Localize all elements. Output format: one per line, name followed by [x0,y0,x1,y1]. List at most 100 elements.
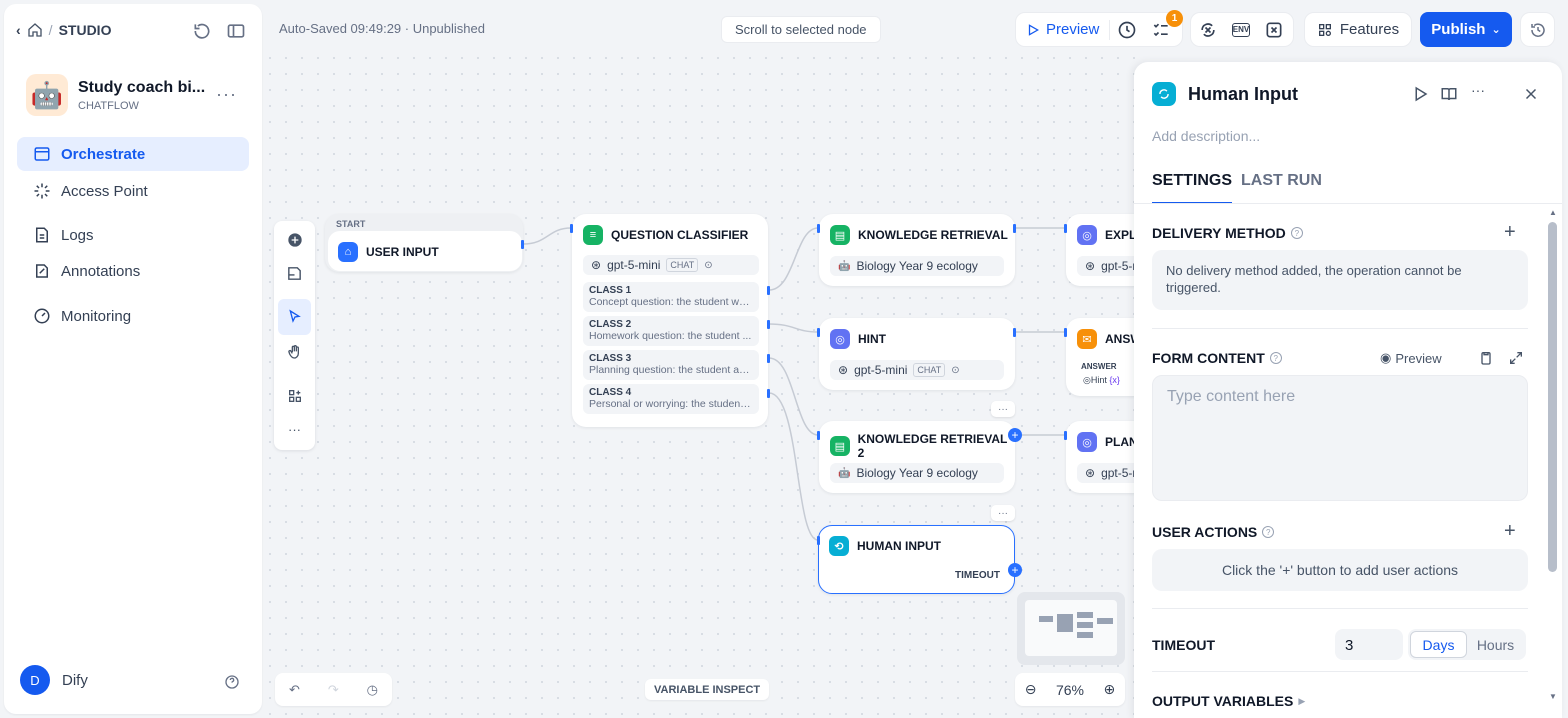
human-input-icon: ⟲ [829,536,849,556]
minimap-node [1039,616,1053,622]
canvas-toolbar: ··· [274,221,315,450]
timeout-value-input[interactable]: 3 [1335,629,1403,660]
features-label: Features [1339,21,1400,38]
input-handle[interactable] [1064,224,1067,233]
system-variable-icon[interactable] [1264,20,1284,40]
env-variable-icon[interactable]: ENV [1232,22,1250,37]
variable-inspect-button[interactable]: VARIABLE INSPECT [645,679,770,700]
info-icon[interactable]: ? [1262,526,1275,538]
output-handle[interactable] [767,354,770,363]
output-handle[interactable] [521,240,524,249]
node-settings-panel: Human Input ··· Add description... SETTI… [1134,62,1562,718]
add-node-icon[interactable] [284,229,305,250]
answer-icon: ✉ [1077,329,1097,349]
add-note-icon[interactable] [284,263,305,284]
knowledge-retrieval-node[interactable]: ▤ KNOWLEDGE RETRIEVAL 🤖 Biology Year 9 e… [819,214,1015,286]
output-variables-title[interactable]: OUTPUT VARIABLES ▶ [1152,693,1305,709]
add-user-action-button[interactable]: + [1504,520,1516,543]
input-handle[interactable] [817,328,820,337]
input-handle[interactable] [817,224,820,233]
unit-days[interactable]: Days [1410,631,1467,658]
close-icon[interactable] [1522,85,1540,103]
scroll-up-icon[interactable]: ▲ [1549,208,1557,217]
zoom-in-icon[interactable]: ⊕ [1104,681,1116,698]
publish-button[interactable]: Publish ⌄ [1420,12,1512,47]
panel-scrollbar[interactable] [1548,222,1557,572]
tab-last-run[interactable]: LAST RUN [1241,172,1322,202]
input-handle[interactable] [1064,431,1067,440]
hand-mode-icon[interactable] [284,341,305,362]
user-input-node[interactable]: ⌂ USER INPUT [328,231,522,271]
version-history-button[interactable] [1520,12,1555,47]
input-handle[interactable] [817,536,820,545]
vision-icon: ⊙ [704,259,713,271]
info-icon[interactable]: ? [1290,227,1303,239]
output-handle[interactable] [767,320,770,329]
output-handle[interactable] [1013,224,1016,233]
zoom-out-icon[interactable]: ⊖ [1025,681,1037,698]
node-more-icon[interactable]: ··· [991,505,1015,521]
node-title: KNOWLEDGE RETRIEVAL 2 [857,432,1008,460]
undo-icon[interactable]: ↶ [289,682,300,698]
expand-icon[interactable] [1508,350,1524,366]
edge-class2-hint [768,323,819,333]
conversation-variable-icon[interactable] [1198,20,1218,40]
run-node-icon[interactable] [1411,85,1429,103]
input-handle[interactable] [1064,328,1067,337]
node-header: ⌂ USER INPUT [338,242,439,262]
panel-title[interactable]: Human Input [1188,84,1298,105]
knowledge-retrieval-2-node[interactable]: ▤ KNOWLEDGE RETRIEVAL 2 🤖 Biology Year 9… [819,421,1015,493]
add-timeout-node-button[interactable]: + [1008,563,1022,577]
unit-hours[interactable]: Hours [1467,631,1524,658]
user-actions-empty-state: Click the '+' button to add user actions [1152,549,1528,591]
output-handle[interactable] [767,286,770,295]
form-preview-button[interactable]: ◉ Preview [1380,350,1442,366]
edge-class4-human [768,392,819,541]
start-node-wrapper[interactable]: START ⌂ USER INPUT [325,214,523,272]
redo-icon[interactable]: ↷ [328,682,339,698]
tab-settings[interactable]: SETTINGS [1152,172,1233,204]
panel-more-icon[interactable]: ··· [1471,82,1489,100]
divider [1152,671,1528,672]
node-more-icon[interactable]: ··· [991,401,1015,417]
info-icon[interactable]: ? [1269,352,1282,364]
preview-button[interactable]: Preview [1016,16,1109,43]
add-next-node-button[interactable]: + [1008,428,1022,442]
pointer-mode-icon[interactable] [278,299,311,335]
divider [1152,328,1528,329]
clipboard-icon[interactable] [1478,350,1494,366]
scroll-down-icon[interactable]: ▼ [1549,692,1557,701]
human-input-node[interactable]: ⟲ HUMAN INPUT TIMEOUT [818,525,1015,594]
run-history-icon[interactable] [1117,20,1137,40]
features-icon [1318,23,1331,36]
eye-icon: ◉ [1380,350,1392,365]
start-label: START [336,219,366,229]
node-title: HUMAN INPUT [857,539,941,553]
input-handle[interactable] [817,431,820,440]
version-history-icon[interactable]: ◷ [367,682,378,698]
autosave-status: Auto-Saved 09:49:29 · Unpublished [279,21,485,36]
node-title: USER INPUT [366,245,439,259]
output-handle[interactable] [767,389,770,398]
mode-chip: CHAT [913,363,946,377]
help-doc-icon[interactable] [1440,85,1458,103]
history-toolbar: ↶ ↷ ◷ [275,673,392,706]
llm-icon: ◎ [830,329,850,349]
more-tools-icon[interactable]: ··· [284,419,305,440]
node-header: ▤ KNOWLEDGE RETRIEVAL [830,225,1008,245]
add-delivery-method-button[interactable]: + [1504,221,1516,244]
input-handle[interactable] [570,224,573,233]
question-classifier-node[interactable]: ≡ QUESTION CLASSIFIER ⊛ gpt-5-mini CHAT … [572,214,768,427]
organize-blocks-icon[interactable] [284,385,305,406]
class-name: CLASS 2 [589,319,632,330]
hint-node[interactable]: ◎ HINT ⊛ gpt-5-mini CHAT ⊙ [819,318,1015,390]
output-handle[interactable] [1013,328,1016,337]
minimap[interactable] [1017,592,1125,665]
scroll-to-selected-button[interactable]: Scroll to selected node [721,16,881,43]
form-content-editor[interactable]: Type content here [1152,375,1528,501]
human-input-icon [1152,82,1176,106]
features-button[interactable]: Features [1304,12,1412,47]
zoom-level[interactable]: 76% [1056,682,1084,698]
description-input[interactable]: Add description... [1152,128,1260,144]
llm-icon: ◎ [1077,225,1097,245]
